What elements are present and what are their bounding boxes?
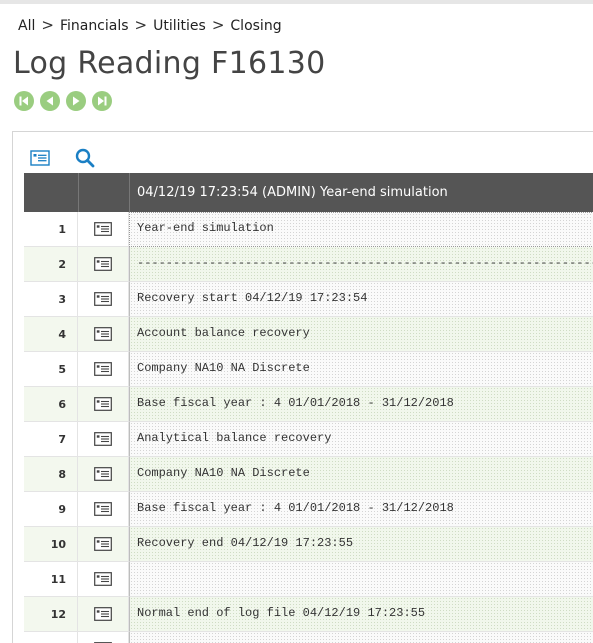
row-detail-icon[interactable] — [78, 352, 129, 387]
table-row: 12 Normal end of log file 04/12/19 17:23:… — [24, 597, 593, 632]
breadcrumb-separator: > — [134, 16, 148, 34]
row-detail-icon[interactable] — [78, 632, 129, 643]
log-panel: 04/12/19 17:23:54 (ADMIN) Year-end simul… — [12, 131, 593, 643]
row-number: 1 — [24, 212, 78, 247]
row-detail-icon[interactable] — [78, 527, 129, 562]
log-grid: 04/12/19 17:23:54 (ADMIN) Year-end simul… — [24, 173, 593, 643]
row-number: 10 — [24, 527, 78, 562]
row-number: 6 — [24, 387, 78, 422]
row-number: 12 — [24, 597, 78, 632]
grid-header: 04/12/19 17:23:54 (ADMIN) Year-end simul… — [24, 173, 593, 212]
detail-view-icon[interactable] — [30, 150, 50, 170]
row-detail-icon[interactable] — [78, 492, 129, 527]
row-detail-icon[interactable] — [78, 597, 129, 632]
row-number: 4 — [24, 317, 78, 352]
row-detail-icon[interactable] — [78, 457, 129, 492]
log-line-cell[interactable]: ----------------------------------------… — [129, 247, 593, 282]
row-detail-icon[interactable] — [78, 212, 129, 247]
top-border — [0, 0, 593, 4]
page-title: Log Reading F16130 — [13, 46, 326, 81]
next-record-icon[interactable] — [66, 91, 86, 111]
row-number: 9 — [24, 492, 78, 527]
row-detail-icon[interactable] — [78, 247, 129, 282]
table-row: 10 Recovery end 04/12/19 17:23:55 — [24, 527, 593, 562]
header-number-column — [24, 173, 79, 212]
table-row: 8 Company NA10 NA Discrete — [24, 457, 593, 492]
record-navigation — [14, 91, 112, 111]
breadcrumb-item-utilities[interactable]: Utilities — [153, 18, 206, 34]
row-detail-icon[interactable] — [78, 317, 129, 352]
first-record-icon[interactable] — [14, 91, 34, 111]
row-detail-icon[interactable] — [78, 387, 129, 422]
row-number: 5 — [24, 352, 78, 387]
row-number: 11 — [24, 562, 78, 597]
table-row: 6 Base fiscal year : 4 01/01/2018 - 31/12… — [24, 387, 593, 422]
log-line-cell[interactable]: Normal end of log file 04/12/19 17:23:55 — [129, 597, 593, 632]
breadcrumb-item-all[interactable]: All — [18, 18, 35, 34]
row-detail-icon[interactable] — [78, 422, 129, 457]
log-line-cell[interactable]: Company NA10 NA Discrete — [129, 352, 593, 387]
row-number: 7 — [24, 422, 78, 457]
row-number: 8 — [24, 457, 78, 492]
row-detail-icon[interactable] — [78, 282, 129, 317]
log-line-cell[interactable]: Analytical balance recovery — [129, 422, 593, 457]
table-row: 9 Base fiscal year : 4 01/01/2018 - 31/12… — [24, 492, 593, 527]
row-number: 2 — [24, 247, 78, 282]
previous-record-icon[interactable] — [40, 91, 60, 111]
table-row: 2 ---------------------------------------… — [24, 247, 593, 282]
log-line-cell[interactable]: Recovery end 04/12/19 17:23:55 — [129, 527, 593, 562]
log-line-cell[interactable]: Recovery start 04/12/19 17:23:54 — [129, 282, 593, 317]
table-row: 5 Company NA10 NA Discrete — [24, 352, 593, 387]
row-number — [24, 632, 78, 643]
table-row: 11 — [24, 562, 593, 597]
breadcrumb: All > Financials > Utilities > Closing — [18, 16, 282, 34]
log-line-cell[interactable]: Account balance recovery — [129, 317, 593, 352]
breadcrumb-item-closing[interactable]: Closing — [230, 18, 281, 34]
log-line-cell[interactable]: Year-end simulation — [129, 212, 593, 247]
log-line-cell[interactable] — [129, 562, 593, 597]
search-icon[interactable] — [75, 148, 95, 172]
table-row: 3 Recovery start 04/12/19 17:23:54 — [24, 282, 593, 317]
log-line-cell[interactable] — [129, 632, 593, 643]
header-log-title: 04/12/19 17:23:54 (ADMIN) Year-end simul… — [137, 185, 448, 200]
table-row: 7 Analytical balance recovery — [24, 422, 593, 457]
table-row: 1 Year-end simulation — [24, 212, 593, 247]
log-line-cell[interactable]: Base fiscal year : 4 01/01/2018 - 31/12/… — [129, 492, 593, 527]
row-number: 3 — [24, 282, 78, 317]
table-row: 4 Account balance recovery — [24, 317, 593, 352]
table-row — [24, 632, 593, 643]
breadcrumb-item-financials[interactable]: Financials — [60, 18, 129, 34]
header-icon-column — [79, 173, 130, 212]
log-line-cell[interactable]: Base fiscal year : 4 01/01/2018 - 31/12/… — [129, 387, 593, 422]
last-record-icon[interactable] — [92, 91, 112, 111]
panel-toolbar — [30, 148, 95, 172]
breadcrumb-separator: > — [211, 16, 225, 34]
grid-body: 1 Year-end simulation 2 -------------------… — [24, 212, 593, 643]
breadcrumb-separator: > — [41, 16, 54, 34]
log-line-cell[interactable]: Company NA10 NA Discrete — [129, 457, 593, 492]
row-detail-icon[interactable] — [78, 562, 129, 597]
